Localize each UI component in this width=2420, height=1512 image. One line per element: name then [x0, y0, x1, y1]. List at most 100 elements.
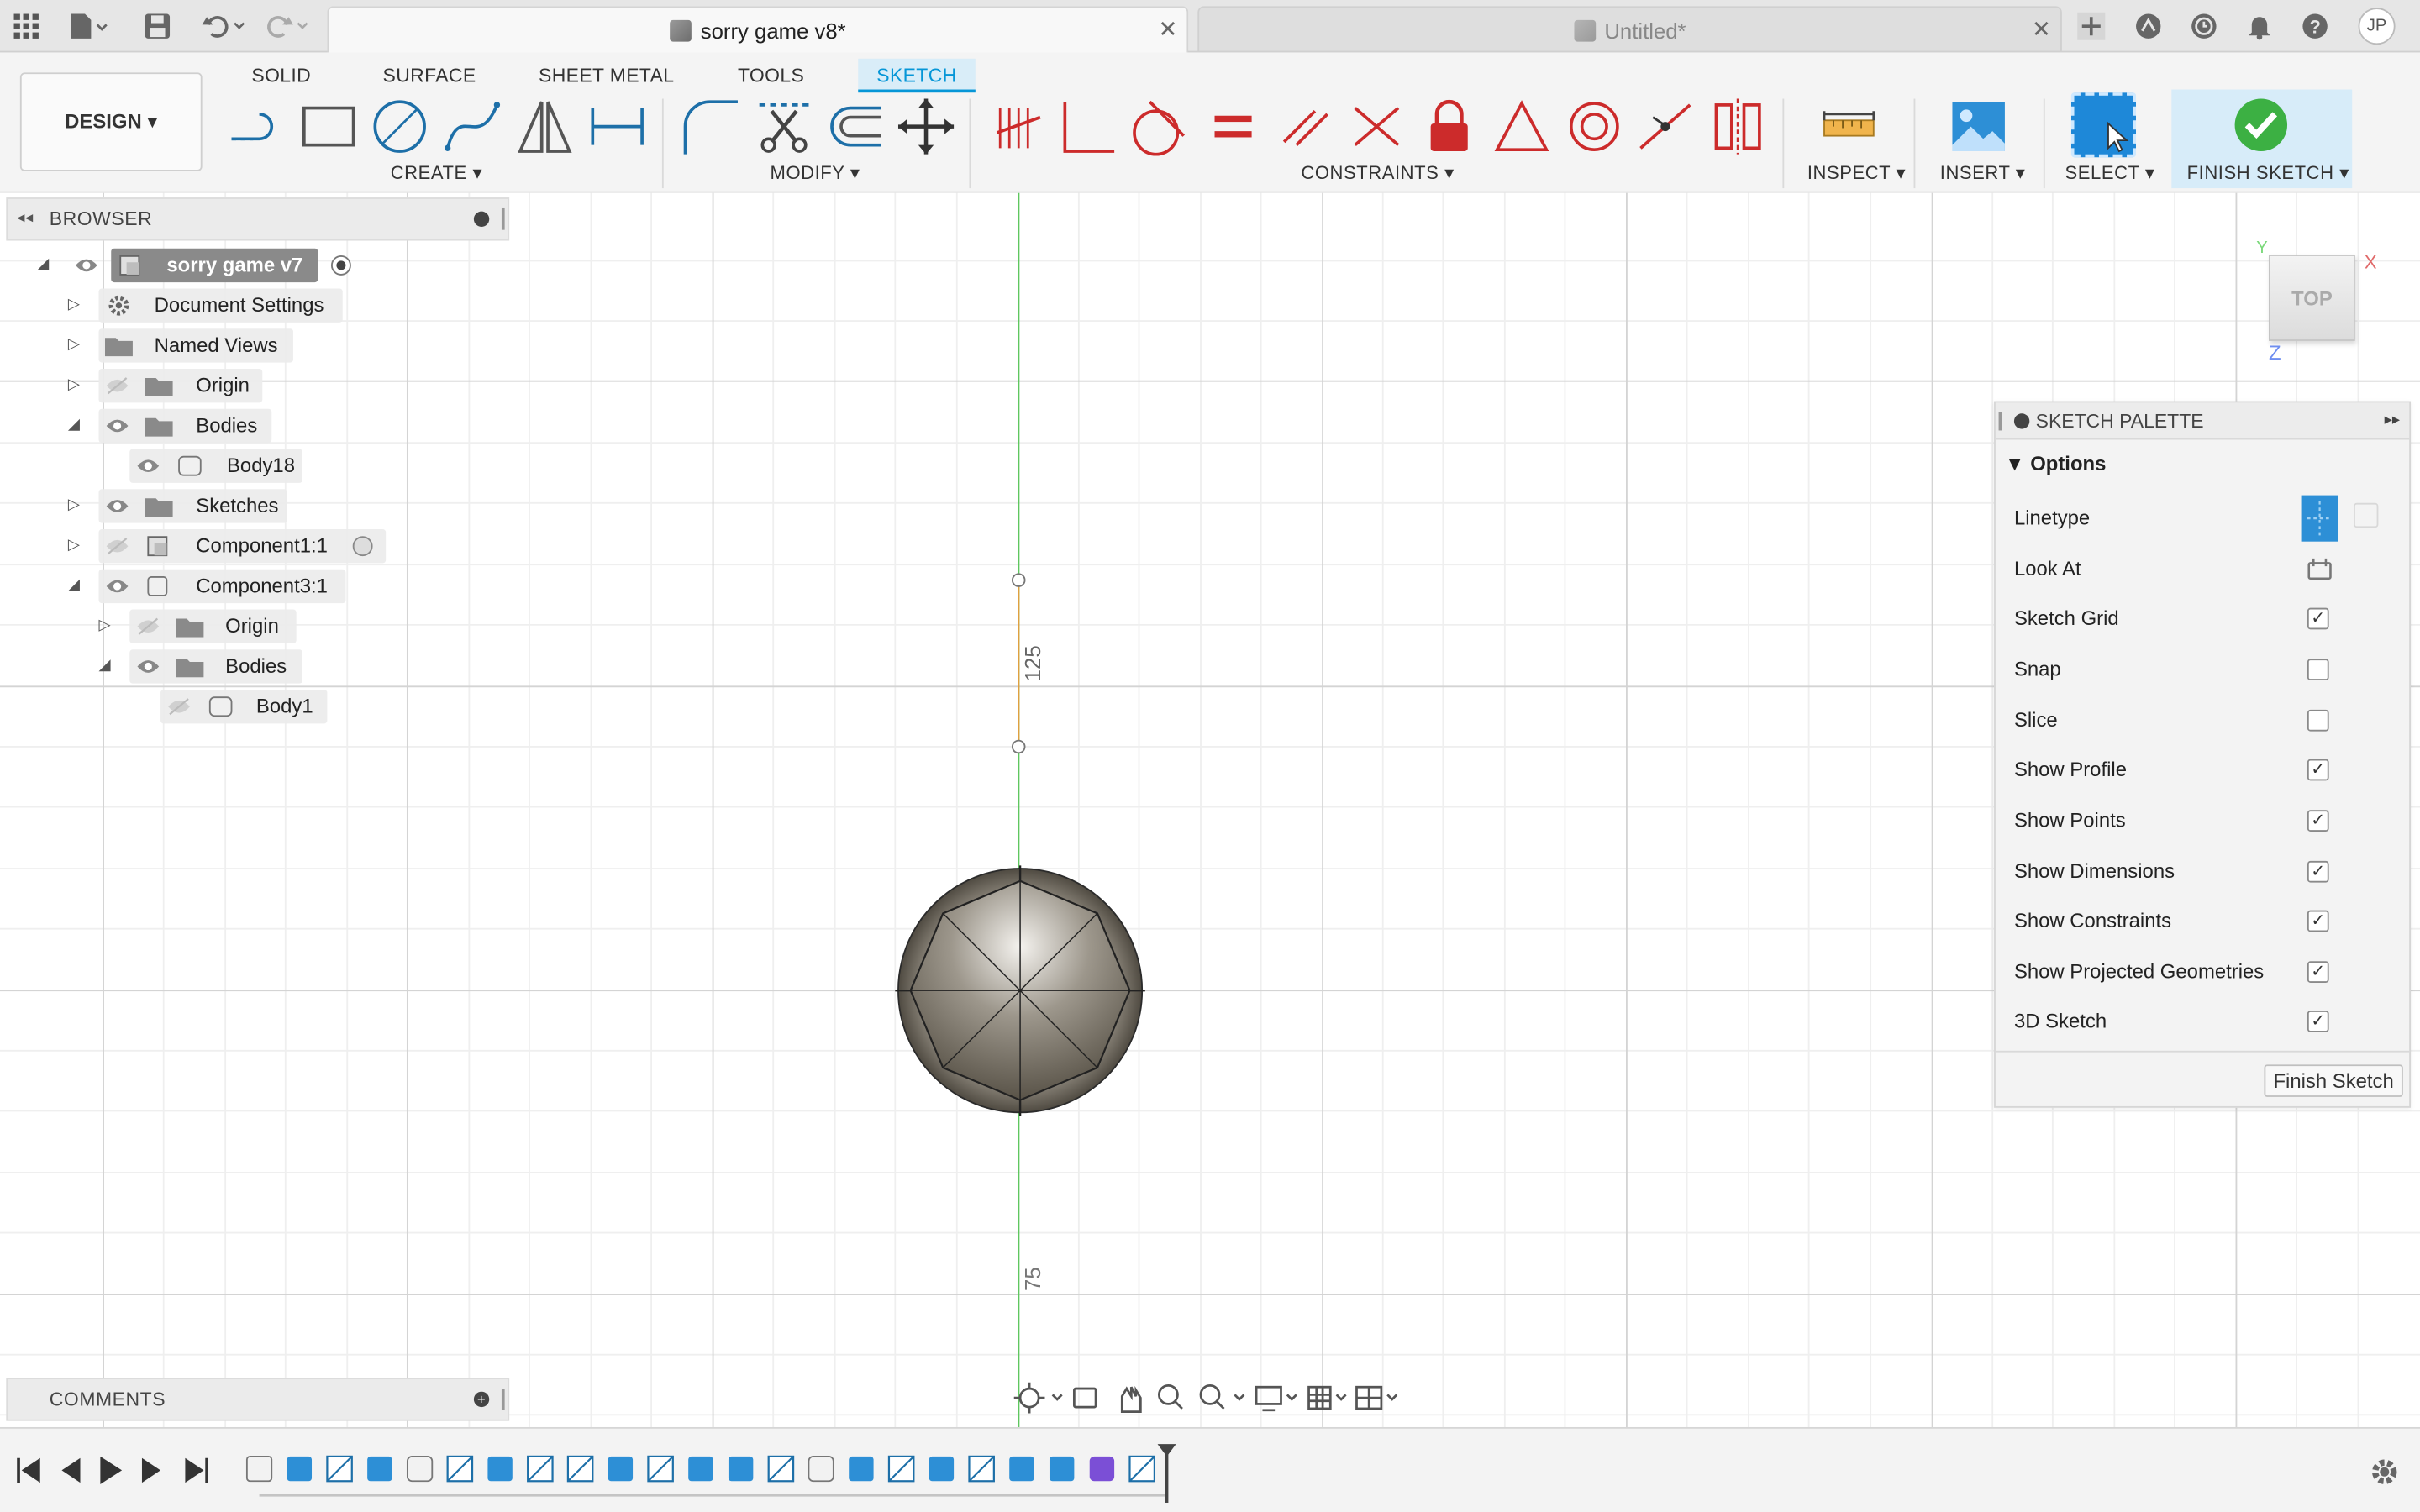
- close-tab-icon[interactable]: ✕: [1158, 8, 1177, 54]
- options-section-header[interactable]: ▼ Options: [2005, 452, 2106, 475]
- tree-body1[interactable]: Body1: [0, 690, 371, 724]
- circle-tool-icon[interactable]: [369, 96, 430, 157]
- modify-menu[interactable]: MODIFY ▾: [771, 162, 860, 184]
- tree-origin[interactable]: ▷ Origin: [0, 368, 371, 403]
- panel-grip-icon[interactable]: [501, 1389, 505, 1410]
- tree-component1[interactable]: ▷ Component1:1: [0, 529, 402, 564]
- help-icon[interactable]: ?: [2302, 13, 2329, 40]
- notifications-bell-icon[interactable]: [2245, 13, 2273, 40]
- tangent-constraint-icon[interactable]: [1128, 96, 1190, 157]
- tree-origin-nested[interactable]: ▷ Origin: [0, 609, 371, 643]
- show-dimensions-checkbox[interactable]: ✓: [2307, 860, 2329, 883]
- collapse-triangle-icon[interactable]: ◢: [37, 256, 52, 275]
- perpendicular-constraint-icon[interactable]: [1059, 96, 1120, 157]
- file-menu-icon[interactable]: [68, 13, 108, 40]
- add-comment-icon[interactable]: +: [473, 1391, 490, 1408]
- dimension-label-lower[interactable]: 75: [1020, 1256, 1048, 1302]
- palette-expand-icon[interactable]: ▸▸: [2385, 402, 2400, 439]
- parallel-constraint-icon[interactable]: [1275, 96, 1336, 157]
- job-status-icon[interactable]: [2190, 13, 2217, 40]
- palette-grip-icon[interactable]: [1998, 412, 2002, 431]
- timeline-settings-gear-icon[interactable]: [2369, 1457, 2400, 1488]
- app-grid-icon[interactable]: [13, 13, 40, 40]
- tree-bodies[interactable]: ◢ Bodies: [0, 408, 371, 444]
- show-projected-geometries-checkbox[interactable]: ✓: [2307, 961, 2329, 984]
- dimension-label-upper[interactable]: 125: [1020, 640, 1048, 686]
- visibility-eye-icon[interactable]: [136, 657, 160, 675]
- tree-bodies-nested[interactable]: ◢ Bodies: [0, 649, 371, 684]
- expand-triangle-icon[interactable]: ▷: [99, 617, 114, 636]
- sketch-palette-header[interactable]: SKETCH PALETTE ▸▸: [1995, 402, 2410, 440]
- trim-scissors-icon[interactable]: [753, 96, 814, 157]
- visibility-eye-icon[interactable]: [74, 256, 98, 275]
- collapse-panel-icon[interactable]: ◂◂: [17, 199, 34, 239]
- show-profile-checkbox[interactable]: ✓: [2307, 759, 2329, 781]
- new-tab-icon[interactable]: [2075, 10, 2107, 42]
- concentric-constraint-icon[interactable]: [1564, 96, 1625, 157]
- rectangle-tool-icon[interactable]: [297, 96, 359, 157]
- visibility-eye-icon[interactable]: [105, 496, 129, 515]
- visibility-eye-icon[interactable]: [105, 577, 129, 596]
- tree-body18[interactable]: Body18: [0, 449, 371, 483]
- timeline-features[interactable]: [232, 1429, 1189, 1512]
- linetype-construction-icon[interactable]: [2301, 495, 2338, 542]
- palette-minimize-icon[interactable]: [2013, 413, 2030, 429]
- constraints-menu[interactable]: CONSTRAINTS ▾: [1301, 162, 1454, 184]
- finish-sketch-button[interactable]: Finish Sketch: [2264, 1064, 2403, 1097]
- visibility-eye-icon[interactable]: [105, 417, 129, 435]
- comments-panel-header[interactable]: COMMENTS +: [6, 1378, 510, 1421]
- slice-checkbox[interactable]: [2307, 709, 2329, 732]
- expand-triangle-icon[interactable]: ▷: [68, 496, 83, 515]
- look-at-icon[interactable]: [2306, 557, 2333, 581]
- finish-sketch-check-icon[interactable]: [2230, 94, 2291, 155]
- tree-document-settings[interactable]: ▷ Document Settings: [0, 288, 371, 323]
- snap-checkbox[interactable]: [2307, 659, 2329, 681]
- view-cube-face-top[interactable]: TOP: [2269, 255, 2355, 341]
- inspect-menu[interactable]: INSPECT ▾: [1807, 162, 1906, 184]
- activate-radio-icon[interactable]: [330, 255, 352, 276]
- hidden-eye-icon[interactable]: [166, 697, 191, 716]
- tab-active-document[interactable]: sorry game v8* ✕: [327, 6, 1189, 54]
- tab-sketch[interactable]: SKETCH: [858, 58, 976, 93]
- expand-triangle-icon[interactable]: ▷: [68, 376, 83, 395]
- body-dome-3d[interactable]: [889, 859, 1151, 1121]
- panel-minimize-icon[interactable]: [473, 211, 490, 228]
- select-tool-icon[interactable]: [2070, 92, 2137, 158]
- spline-tool-icon[interactable]: [441, 96, 502, 157]
- measure-ruler-icon[interactable]: [1818, 96, 1880, 157]
- fix-lock-icon[interactable]: [1418, 96, 1480, 157]
- design-workspace-button[interactable]: DESIGN ▾: [19, 72, 203, 171]
- undo-icon[interactable]: [201, 13, 247, 40]
- collapse-triangle-icon[interactable]: ◢: [68, 417, 83, 435]
- linetype-centerline-icon[interactable]: [2354, 502, 2379, 528]
- tab-tools[interactable]: TOOLS: [738, 59, 804, 92]
- symmetry-constraint-icon[interactable]: [1707, 96, 1768, 157]
- mirror-tool-icon[interactable]: [514, 96, 576, 157]
- collinear-constraint-icon[interactable]: [1346, 96, 1407, 157]
- redo-icon[interactable]: [264, 13, 310, 40]
- equal-constraint-icon[interactable]: [1202, 96, 1264, 157]
- collapse-triangle-icon[interactable]: ◢: [99, 657, 114, 675]
- tree-named-views[interactable]: ▷ Named Views: [0, 328, 371, 363]
- 3d-sketch-checkbox[interactable]: ✓: [2307, 1011, 2329, 1032]
- tree-root[interactable]: ◢ sorry game v7: [0, 248, 371, 283]
- offset-tool-icon[interactable]: [823, 96, 884, 157]
- tree-sketches[interactable]: ▷ Sketches: [0, 489, 371, 523]
- insert-image-icon[interactable]: [1948, 96, 2009, 157]
- save-icon[interactable]: [144, 13, 171, 40]
- hidden-eye-icon[interactable]: [105, 376, 129, 395]
- select-menu[interactable]: SELECT ▾: [2065, 162, 2155, 184]
- show-constraints-checkbox[interactable]: ✓: [2307, 910, 2329, 932]
- hidden-eye-icon[interactable]: [136, 617, 160, 636]
- browser-panel-header[interactable]: ◂◂ BROWSER: [6, 197, 510, 241]
- collapse-triangle-icon[interactable]: ◢: [68, 577, 83, 596]
- visibility-eye-icon[interactable]: [136, 457, 160, 475]
- view-cube[interactable]: TOP: [2269, 255, 2359, 344]
- activate-radio-icon[interactable]: [352, 535, 374, 557]
- user-avatar[interactable]: JP: [2358, 8, 2396, 45]
- sketch-dimension-tool-icon[interactable]: [587, 96, 648, 157]
- expand-triangle-icon[interactable]: ▷: [68, 537, 83, 555]
- insert-menu[interactable]: INSERT ▾: [1940, 162, 2026, 184]
- expand-triangle-icon[interactable]: ▷: [68, 297, 83, 315]
- symmetry-point-constraint-icon[interactable]: [1634, 96, 1696, 157]
